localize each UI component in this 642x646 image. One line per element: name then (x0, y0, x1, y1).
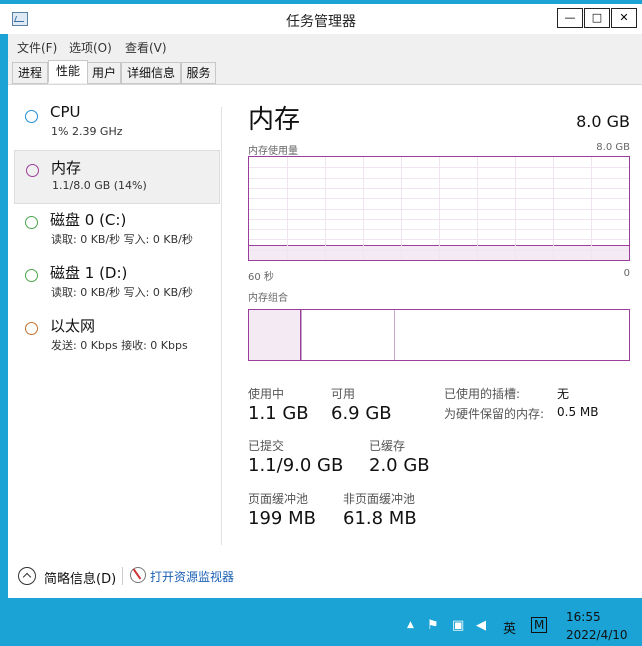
sidebar-item-subtitle: 发送: 0 Kbps 接收: 0 Kbps (51, 339, 188, 352)
sidebar-item-subtitle: 读取: 0 KB/秒 写入: 0 KB/秒 (51, 233, 193, 246)
disk-indicator-icon (25, 269, 38, 282)
maximize-button[interactable]: □ (584, 8, 610, 28)
reserved-value: 0.5 MB (557, 405, 599, 419)
taskbar: ▲ ⚑ ▣ ◀ 英 M 16:55 2022/4/10 (0, 606, 642, 646)
task-manager-window: 任务管理器 — □ ✕ 文件(F) 选项(O) 查看(V) 进程 性能 用户 详… (0, 4, 642, 606)
axis-right-label: 0 (623, 268, 630, 279)
sidebar-item-ethernet[interactable]: 以太网 发送: 0 Kbps 接收: 0 Kbps (14, 309, 218, 361)
reserved-label: 为硬件保留的内存: (444, 407, 545, 421)
sidebar-item-title: 磁盘 1 (D:) (50, 264, 128, 282)
composition-label: 内存组合 (248, 293, 288, 304)
sidebar-item-title: 以太网 (50, 317, 96, 335)
graph-grid-line (249, 229, 629, 231)
memory-composition-bar (248, 309, 630, 361)
committed-value: 1.1/9.0 GB (248, 455, 344, 476)
axis-left-label: 60 秒 (248, 272, 274, 283)
nonpaged-pool-value: 61.8 MB (343, 508, 417, 529)
tab-strip: 进程 性能 用户 详细信息 服务 (8, 60, 642, 85)
less-details-button[interactable]: 简略信息(D) (44, 568, 116, 587)
resource-monitor-icon[interactable] (130, 567, 146, 583)
graph-grid-line (249, 239, 629, 241)
minimize-button[interactable]: — (557, 8, 583, 28)
usage-max-label: 8.0 GB (596, 142, 630, 153)
ethernet-indicator-icon (25, 322, 38, 335)
graph-grid-line (249, 177, 629, 179)
disk-indicator-icon (25, 216, 38, 229)
close-button[interactable]: ✕ (611, 8, 637, 28)
graph-grid-line (249, 198, 629, 200)
menu-file[interactable]: 文件(F) (17, 39, 57, 56)
memory-usage-graph (248, 156, 630, 261)
paged-pool-value: 199 MB (248, 508, 316, 529)
available-value: 6.9 GB (331, 403, 392, 424)
sidebar-item-subtitle: 读取: 0 KB/秒 写入: 0 KB/秒 (51, 286, 193, 299)
ime-language-indicator[interactable]: 英 (503, 618, 516, 637)
cached-label: 已缓存 (369, 439, 406, 453)
menu-bar: 文件(F) 选项(O) 查看(V) (8, 34, 642, 60)
ime-mode-indicator[interactable]: M (531, 617, 548, 633)
usage-label: 内存使用量 (248, 146, 298, 157)
available-label: 可用 (331, 387, 356, 401)
composition-in-use (249, 310, 301, 360)
clock-date[interactable]: 2022/4/10 (566, 628, 628, 642)
open-resource-monitor-link[interactable]: 打开资源监视器 (150, 568, 234, 585)
graph-grid-line (249, 187, 629, 189)
tab-processes[interactable]: 进程 (12, 62, 48, 84)
network-icon[interactable]: ▣ (452, 618, 464, 633)
tab-services[interactable]: 服务 (181, 62, 216, 84)
tab-details[interactable]: 详细信息 (121, 62, 181, 84)
sidebar-item-cpu[interactable]: CPU 1% 2.39 GHz (14, 97, 218, 149)
sidebar-item-subtitle: 1% 2.39 GHz (51, 125, 123, 138)
chevron-up-icon[interactable] (18, 567, 36, 585)
in-use-label: 使用中 (248, 387, 285, 401)
tab-performance[interactable]: 性能 (48, 60, 88, 83)
volume-muted-icon[interactable]: ◀ (476, 618, 486, 633)
footer-bar: 简略信息(D) 打开资源监视器 (8, 555, 642, 598)
performance-panel: CPU 1% 2.39 GHz 内存 1.1/8.0 GB (14%) 磁盘 0… (8, 85, 642, 598)
memory-indicator-icon (26, 164, 39, 177)
slots-label: 已使用的插槽: (444, 387, 521, 401)
in-use-value: 1.1 GB (248, 403, 309, 424)
graph-grid-line (249, 249, 629, 251)
nonpaged-pool-label: 非页面缓冲池 (343, 492, 416, 506)
title-bar[interactable]: 任务管理器 — □ ✕ (0, 4, 642, 34)
memory-total: 8.0 GB (576, 112, 630, 131)
tray-expand-icon[interactable]: ▲ (407, 620, 414, 630)
sidebar-item-title: CPU (50, 103, 81, 121)
clock-time[interactable]: 16:55 (566, 610, 601, 624)
flag-icon[interactable]: ⚑ (427, 618, 439, 633)
sidebar-item-memory[interactable]: 内存 1.1/8.0 GB (14%) (14, 150, 220, 204)
cached-value: 2.0 GB (369, 455, 430, 476)
detail-title: 内存 (248, 105, 301, 135)
cpu-indicator-icon (25, 110, 38, 123)
committed-label: 已提交 (248, 439, 285, 453)
slots-value: 无 (557, 387, 570, 401)
tab-users[interactable]: 用户 (87, 62, 121, 84)
composition-standby (394, 310, 395, 360)
menu-options[interactable]: 选项(O) (69, 39, 112, 56)
sidebar-item-title: 内存 (51, 159, 82, 177)
sidebar-item-subtitle: 1.1/8.0 GB (14%) (52, 179, 147, 192)
footer-separator (122, 567, 123, 585)
menu-view[interactable]: 查看(V) (125, 39, 167, 56)
resource-list: CPU 1% 2.39 GHz 内存 1.1/8.0 GB (14%) 磁盘 0… (8, 85, 220, 555)
composition-modified (301, 310, 302, 360)
panel-divider[interactable] (221, 107, 222, 545)
window-title: 任务管理器 (286, 14, 356, 30)
paged-pool-label: 页面缓冲池 (248, 492, 309, 506)
sidebar-item-disk-1[interactable]: 磁盘 1 (D:) 读取: 0 KB/秒 写入: 0 KB/秒 (14, 256, 218, 308)
sidebar-item-disk-0[interactable]: 磁盘 0 (C:) 读取: 0 KB/秒 写入: 0 KB/秒 (14, 203, 218, 255)
graph-grid-line (249, 208, 629, 210)
graph-grid-line (249, 167, 629, 169)
sidebar-item-title: 磁盘 0 (C:) (50, 211, 127, 229)
graph-grid-line (249, 218, 629, 220)
